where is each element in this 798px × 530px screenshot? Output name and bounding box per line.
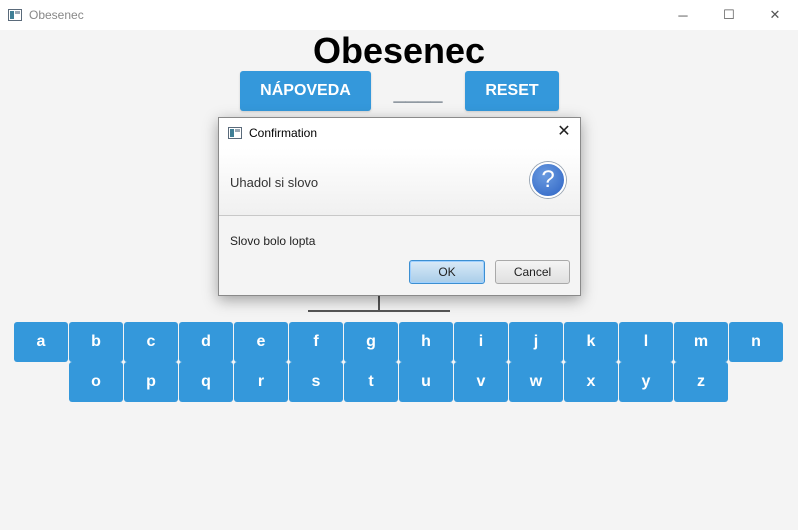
window-controls: ─ ☐ ✕ (660, 0, 798, 30)
dialog-content-text: Slovo bolo lopta (230, 234, 316, 248)
close-button[interactable]: ✕ (752, 0, 798, 30)
key-u[interactable]: u (399, 362, 453, 402)
key-o[interactable]: o (69, 362, 123, 402)
key-c[interactable]: c (124, 322, 178, 362)
key-q[interactable]: q (179, 362, 233, 402)
window-title: Obesenec (29, 8, 84, 22)
window-titlebar: Obesenec ─ ☐ ✕ (0, 0, 798, 30)
key-v[interactable]: v (454, 362, 508, 402)
minimize-button[interactable]: ─ (660, 0, 706, 30)
key-d[interactable]: d (179, 322, 233, 362)
key-w[interactable]: w (509, 362, 563, 402)
key-z[interactable]: z (674, 362, 728, 402)
key-h[interactable]: h (399, 322, 453, 362)
key-g[interactable]: g (344, 322, 398, 362)
confirmation-dialog: Confirmation ✕ Uhadol si slovo ? Slovo b… (218, 117, 581, 296)
cancel-button[interactable]: Cancel (495, 260, 570, 284)
ok-button[interactable]: OK (409, 260, 485, 284)
question-icon: ? (530, 162, 566, 198)
key-b[interactable]: b (69, 322, 123, 362)
key-p[interactable]: p (124, 362, 178, 402)
maximize-button[interactable]: ☐ (706, 0, 752, 30)
dialog-title: Confirmation (249, 126, 318, 140)
key-j[interactable]: j (509, 322, 563, 362)
hint-button[interactable]: NÁPOVEDA (240, 71, 371, 111)
reset-button[interactable]: RESET (465, 71, 559, 111)
key-y[interactable]: y (619, 362, 673, 402)
gallows-base (308, 310, 450, 312)
dialog-header-text: Uhadol si slovo (230, 175, 319, 190)
key-f[interactable]: f (289, 322, 343, 362)
key-x[interactable]: x (564, 362, 618, 402)
app-icon (8, 9, 22, 21)
key-l[interactable]: l (619, 322, 673, 362)
word-mask: ____ (393, 80, 443, 105)
key-i[interactable]: i (454, 322, 508, 362)
key-t[interactable]: t (344, 362, 398, 402)
key-e[interactable]: e (234, 322, 288, 362)
game-title: Obesenec (312, 30, 486, 71)
key-a[interactable]: a (14, 322, 68, 362)
key-n[interactable]: n (729, 322, 783, 362)
key-k[interactable]: k (564, 322, 618, 362)
key-m[interactable]: m (674, 322, 728, 362)
key-s[interactable]: s (289, 362, 343, 402)
key-r[interactable]: r (234, 362, 288, 402)
dialog-close-icon[interactable]: ✕ (556, 124, 572, 140)
dialog-app-icon (228, 127, 242, 139)
dialog-titlebar: Confirmation ✕ (219, 118, 580, 148)
dialog-header: Uhadol si slovo ? (219, 148, 580, 216)
